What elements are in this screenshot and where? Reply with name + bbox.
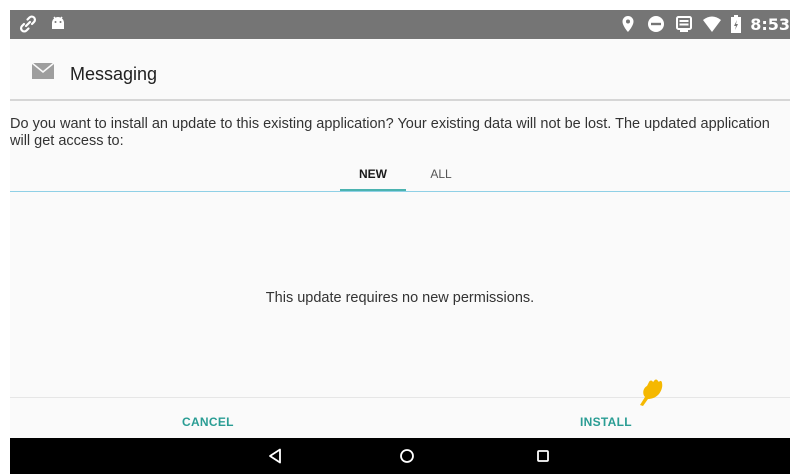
navigation-bar <box>10 438 790 474</box>
footer-divider <box>10 397 790 398</box>
status-bar-left <box>18 14 68 34</box>
permissions-message: This update requires no new permissions. <box>265 290 535 306</box>
home-icon[interactable] <box>396 446 418 466</box>
tabs-divider <box>10 191 790 192</box>
wifi-icon <box>702 14 722 34</box>
cancel-button[interactable]: CANCEL <box>176 411 240 433</box>
back-icon[interactable] <box>264 446 286 466</box>
battery-icon <box>730 14 742 34</box>
status-time: 8:53 <box>750 14 790 34</box>
header-divider <box>10 99 790 101</box>
cast-icon <box>674 14 694 34</box>
status-bar-right: 8:53 <box>618 14 790 34</box>
do-not-disturb-icon <box>646 14 666 34</box>
install-question: Do you want to install an update to this… <box>10 116 770 149</box>
location-icon <box>618 14 638 34</box>
tab-all[interactable]: ALL <box>416 167 466 191</box>
status-bar: 8:53 <box>10 10 790 39</box>
android-icon <box>48 14 68 34</box>
install-button[interactable]: INSTALL <box>574 411 638 433</box>
link-icon <box>18 14 38 34</box>
recents-icon[interactable] <box>532 446 554 466</box>
hand-pointer-icon <box>636 377 664 412</box>
app-title: Messaging <box>70 64 158 84</box>
mail-icon <box>31 62 55 84</box>
tab-new[interactable]: NEW <box>340 167 406 191</box>
app-header: Messaging <box>10 39 790 99</box>
install-update-screen: 8:53 Messaging Do you want to install an… <box>10 10 790 474</box>
